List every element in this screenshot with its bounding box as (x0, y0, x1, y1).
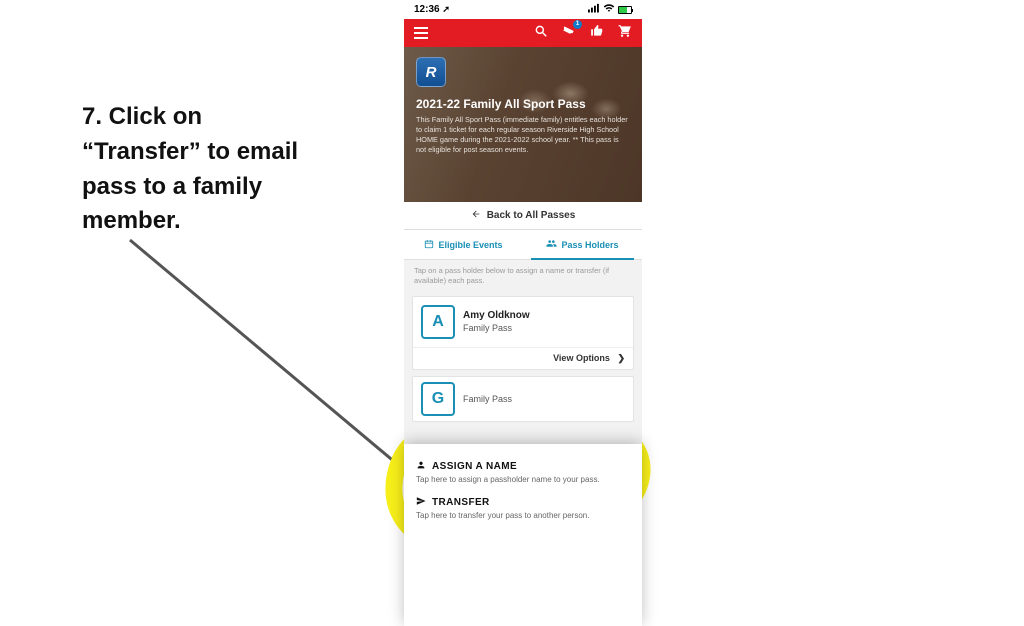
tab-eligible-label: Eligible Events (438, 240, 502, 250)
passholder-card[interactable]: G Family Pass (412, 376, 634, 422)
battery-icon (618, 6, 632, 14)
back-arrow-icon (471, 209, 481, 222)
avatar: A (421, 305, 455, 339)
view-options-label: View Options (553, 353, 610, 363)
view-options-button[interactable]: View Options ❯ (413, 347, 633, 369)
pass-title: 2021-22 Family All Sport Pass (416, 97, 630, 111)
holder-pass-type: Family Pass (463, 394, 512, 404)
calendar-icon (424, 239, 434, 251)
instruction-text: 7. Click on “Transfer” to email pass to … (82, 100, 322, 239)
person-icon (416, 460, 426, 473)
tabs: Eligible Events Pass Holders (404, 230, 642, 260)
avatar: G (421, 382, 455, 416)
passholder-card[interactable]: A Amy Oldknow Family Pass View Options ❯ (412, 296, 634, 370)
tab-pass-holders[interactable]: Pass Holders (523, 230, 642, 259)
menu-icon[interactable] (414, 27, 428, 39)
holder-name: Amy Oldknow (463, 310, 530, 321)
tab-eligible-events[interactable]: Eligible Events (404, 230, 523, 259)
assign-name-sub: Tap here to assign a passholder name to … (416, 475, 630, 484)
send-icon (416, 496, 426, 509)
ticket-icon[interactable]: 1 (562, 24, 576, 43)
hint-text: Tap on a pass holder below to assign a n… (404, 260, 642, 292)
ticket-badge: 1 (573, 20, 582, 29)
back-label: Back to All Passes (487, 210, 576, 221)
status-time: 12:36 ➚ (414, 4, 450, 15)
search-icon[interactable] (534, 24, 548, 43)
back-to-passes-button[interactable]: Back to All Passes (404, 202, 642, 230)
hero-banner: R 2021-22 Family All Sport Pass This Fam… (404, 47, 642, 202)
people-icon (546, 238, 557, 251)
location-services-icon: ➚ (442, 4, 450, 14)
pass-description: This Family All Sport Pass (immediate fa… (416, 115, 630, 154)
status-bar: 12:36 ➚ (404, 0, 642, 19)
school-logo: R (416, 57, 446, 87)
holder-pass-type: Family Pass (463, 323, 530, 333)
signal-icon (588, 2, 600, 17)
app-header: 1 (404, 19, 642, 47)
chevron-right-icon: ❯ (617, 353, 625, 363)
phone-frame: 12:36 ➚ 1 (404, 0, 642, 576)
assign-name-option[interactable]: ASSIGN A NAME Tap here to assign a passh… (416, 454, 630, 490)
transfer-option[interactable]: TRANSFER Tap here to transfer your pass … (416, 490, 630, 526)
tab-holders-label: Pass Holders (561, 240, 618, 250)
wifi-icon (603, 2, 615, 17)
status-time-text: 12:36 (414, 4, 440, 15)
status-right (588, 2, 632, 17)
cart-icon[interactable] (618, 24, 632, 43)
thumbs-up-icon[interactable] (590, 24, 604, 43)
transfer-title: TRANSFER (432, 497, 490, 508)
assign-name-title: ASSIGN A NAME (432, 461, 517, 472)
transfer-sub: Tap here to transfer your pass to anothe… (416, 511, 630, 520)
action-sheet: ASSIGN A NAME Tap here to assign a passh… (404, 444, 642, 626)
